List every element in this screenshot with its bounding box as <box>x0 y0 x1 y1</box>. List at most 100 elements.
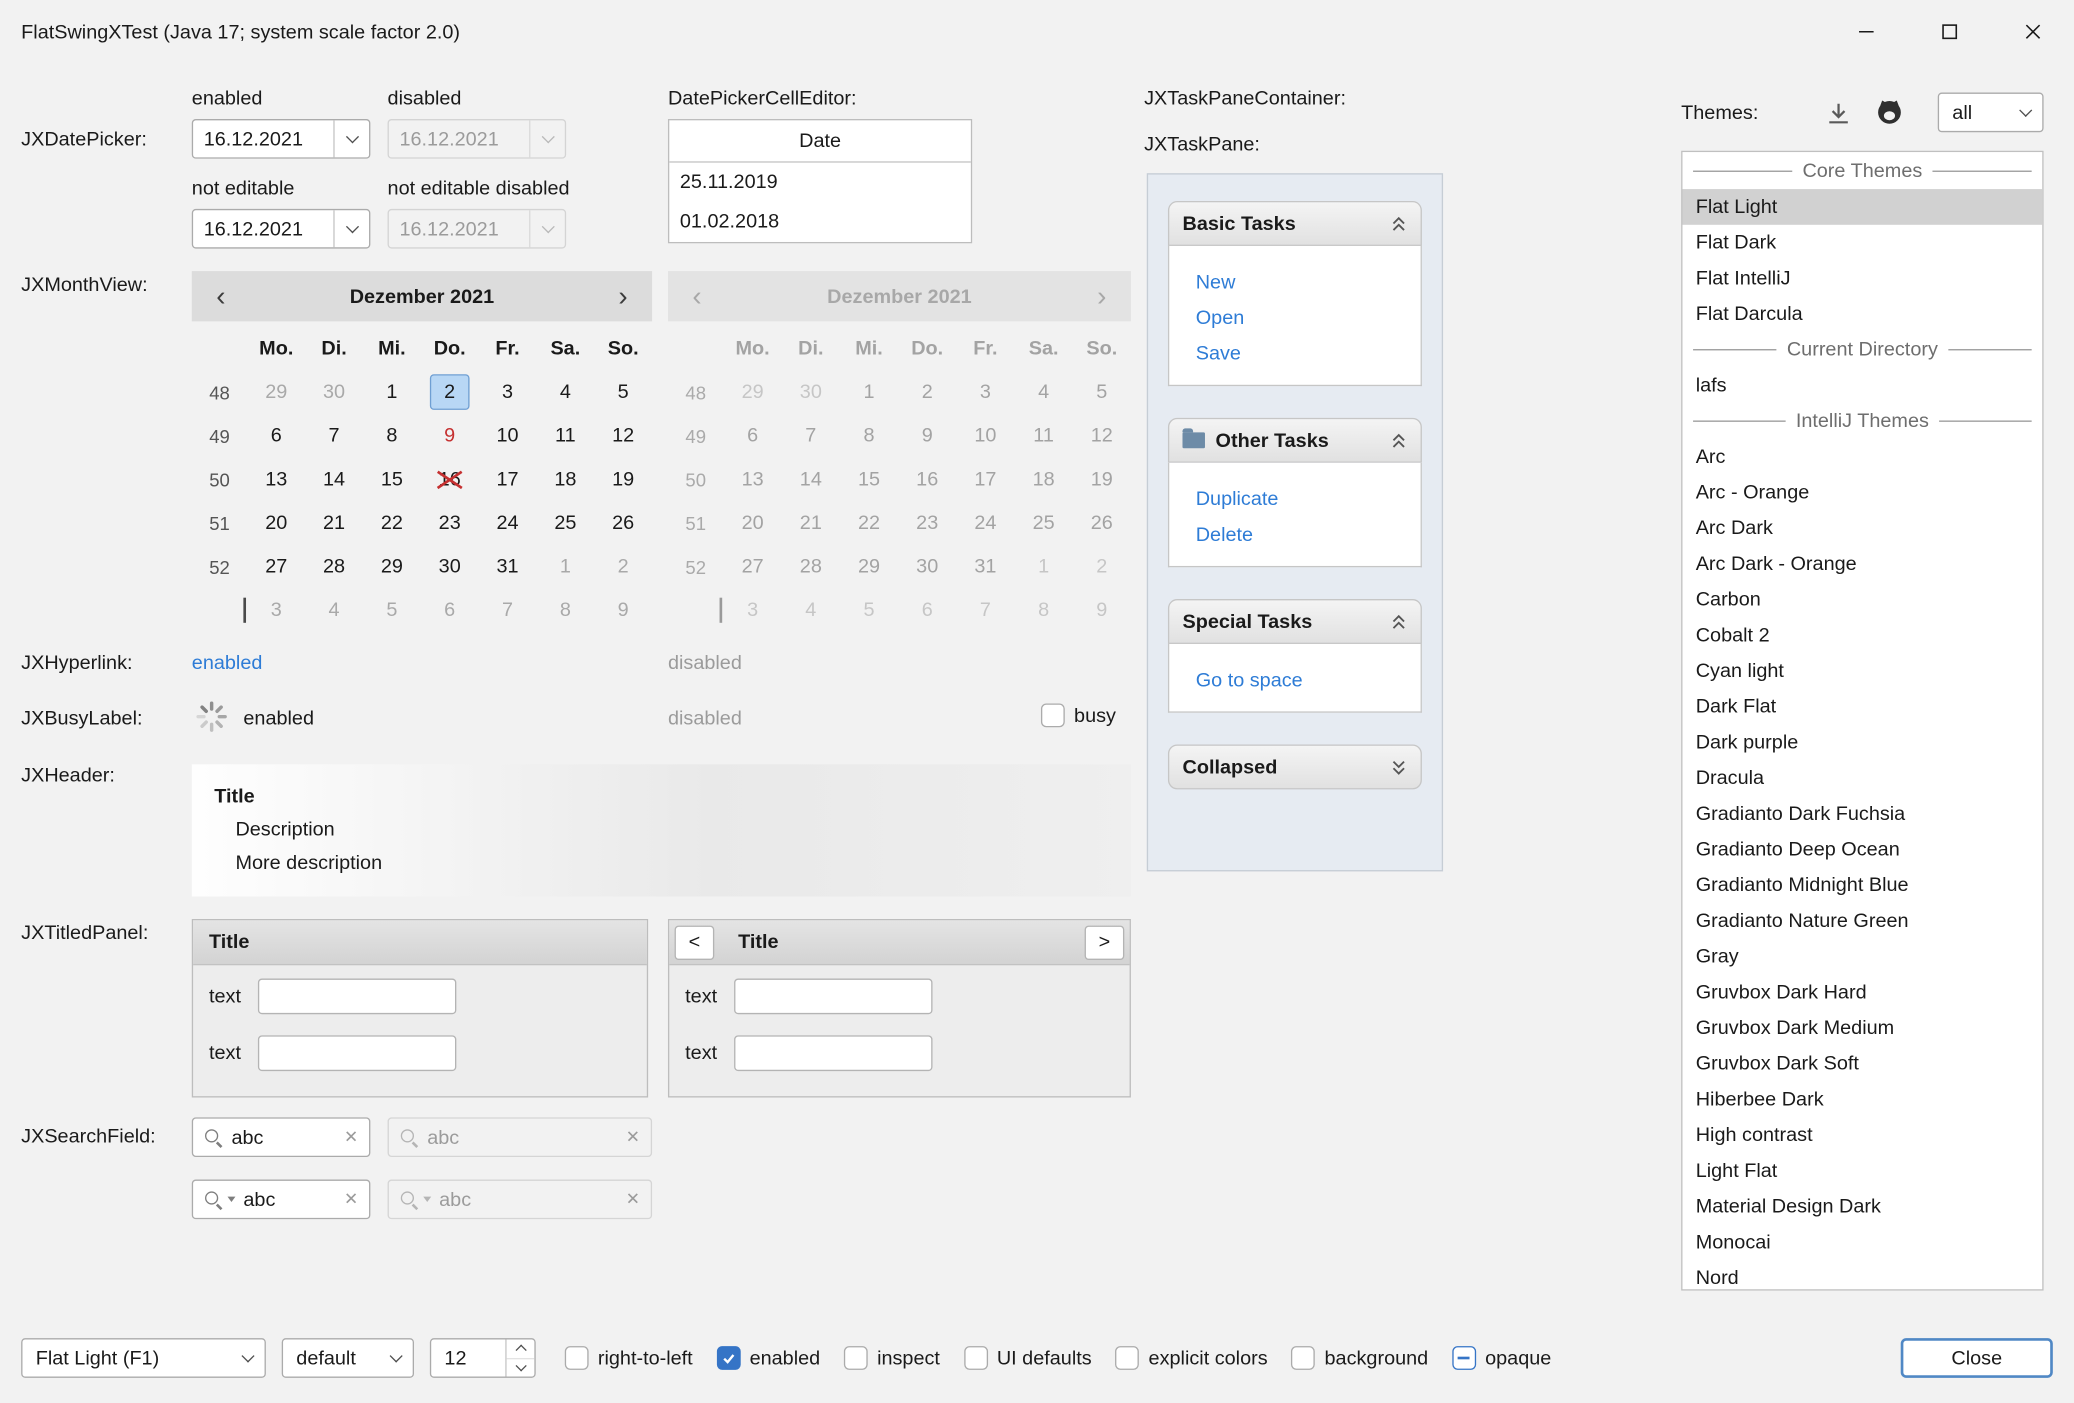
day-cell[interactable]: 7 <box>305 414 363 458</box>
day-cell[interactable]: 15 <box>363 458 421 502</box>
task-link[interactable]: Go to space <box>1196 662 1421 698</box>
next-button[interactable]: > <box>1085 925 1125 959</box>
checkbox-box[interactable] <box>844 1346 868 1370</box>
day-cell[interactable]: 29 <box>247 370 305 414</box>
day-cell[interactable]: 1 <box>363 370 421 414</box>
day-cell[interactable]: 31 <box>479 545 537 589</box>
day-cell[interactable]: 16 <box>421 458 479 502</box>
spinner-down-button[interactable] <box>507 1357 535 1376</box>
theme-item[interactable]: Cyan light <box>1682 653 2042 689</box>
theme-item[interactable]: Gradianto Deep Ocean <box>1682 832 2042 868</box>
datepicker-enabled[interactable]: 16.12.2021 <box>192 119 371 159</box>
download-icon[interactable] <box>1825 100 1851 132</box>
day-cell[interactable]: 23 <box>421 501 479 545</box>
day-cell[interactable]: 24 <box>479 501 537 545</box>
day-cell[interactable]: 3 <box>247 588 305 632</box>
checkbox-opaque[interactable]: opaque <box>1452 1346 1551 1370</box>
theme-item[interactable]: Dracula <box>1682 760 2042 796</box>
checkbox-busy[interactable]: busy <box>1041 703 1116 727</box>
taskpane-header[interactable]: Special Tasks <box>1168 599 1422 644</box>
day-cell[interactable]: 3 <box>479 370 537 414</box>
themes-list[interactable]: Core ThemesFlat LightFlat DarkFlat Intel… <box>1681 151 2043 1291</box>
theme-item[interactable]: Gradianto Midnight Blue <box>1682 867 2042 903</box>
search-field[interactable]: ✕ <box>192 1117 371 1157</box>
checkbox-box[interactable] <box>964 1346 988 1370</box>
day-cell[interactable]: 22 <box>363 501 421 545</box>
github-icon[interactable] <box>1874 97 1904 133</box>
maximize-button[interactable] <box>1907 0 1990 63</box>
datepicker-not-editable[interactable]: 16.12.2021 <box>192 209 371 249</box>
theme-item[interactable]: Gruvbox Dark Medium <box>1682 1010 2042 1046</box>
theme-item[interactable]: Arc - Orange <box>1682 475 2042 511</box>
theme-item[interactable]: lafs <box>1682 368 2042 404</box>
taskpane-header[interactable]: Basic Tasks <box>1168 201 1422 246</box>
prev-month-button[interactable]: ‹ <box>210 282 231 310</box>
font-size-spinner[interactable]: 12 <box>430 1338 536 1378</box>
day-cell[interactable]: 2 <box>430 374 469 410</box>
day-cell[interactable]: 5 <box>363 588 421 632</box>
checkbox-box[interactable] <box>1115 1346 1139 1370</box>
day-cell[interactable]: 6 <box>247 414 305 458</box>
day-cell[interactable]: 21 <box>305 501 363 545</box>
theme-item[interactable]: Dark purple <box>1682 725 2042 761</box>
day-cell[interactable]: 1 <box>536 545 594 589</box>
datepicker-dropdown-button[interactable] <box>333 210 369 247</box>
themes-filter-combobox[interactable]: all <box>1938 93 2044 133</box>
checkbox-box[interactable] <box>1291 1346 1315 1370</box>
day-cell[interactable]: 30 <box>305 370 363 414</box>
theme-item[interactable]: Nord <box>1682 1260 2042 1290</box>
day-cell[interactable]: 8 <box>536 588 594 632</box>
task-link[interactable]: New <box>1196 264 1421 300</box>
day-cell[interactable]: 30 <box>421 545 479 589</box>
table-row[interactable]: 25.11.2019 <box>669 163 971 203</box>
day-cell[interactable]: 12 <box>594 414 652 458</box>
clear-icon[interactable]: ✕ <box>344 1127 358 1148</box>
checkbox-background[interactable]: background <box>1291 1346 1428 1370</box>
spinner-up-button[interactable] <box>507 1339 535 1357</box>
datepicker-dropdown-button[interactable] <box>333 120 369 157</box>
day-cell[interactable]: 6 <box>421 588 479 632</box>
search-field-with-menu[interactable]: ✕ <box>192 1179 371 1219</box>
day-cell[interactable]: 27 <box>247 545 305 589</box>
search-menu-icon[interactable] <box>204 1189 224 1209</box>
theme-item[interactable]: Gradianto Nature Green <box>1682 903 2042 939</box>
theme-item[interactable]: Light Flat <box>1682 1153 2042 1189</box>
day-cell[interactable]: 17 <box>479 458 537 502</box>
task-link[interactable]: Duplicate <box>1196 481 1421 517</box>
day-cell[interactable]: 20 <box>247 501 305 545</box>
minimize-button[interactable] <box>1824 0 1907 63</box>
task-link[interactable]: Save <box>1196 336 1421 372</box>
day-cell[interactable]: 18 <box>536 458 594 502</box>
day-cell[interactable]: 5 <box>594 370 652 414</box>
theme-item[interactable]: Flat Darcula <box>1682 296 2042 332</box>
theme-item[interactable]: Flat Dark <box>1682 225 2042 261</box>
theme-item[interactable]: Material Design Dark <box>1682 1189 2042 1225</box>
datepicker-value[interactable]: 16.12.2021 <box>193 128 333 150</box>
checkbox-explicit-colors[interactable]: explicit colors <box>1115 1346 1267 1370</box>
day-cell[interactable]: 14 <box>305 458 363 502</box>
taskpane-header[interactable]: Collapsed <box>1168 744 1422 789</box>
checkbox-enabled[interactable]: enabled <box>717 1346 821 1370</box>
theme-item[interactable]: Gradianto Dark Fuchsia <box>1682 796 2042 832</box>
day-cell[interactable]: 4 <box>305 588 363 632</box>
checkbox-box[interactable] <box>717 1346 741 1370</box>
table-row[interactable]: 01.02.2018 <box>669 202 971 242</box>
text-input[interactable] <box>258 979 456 1015</box>
task-link[interactable]: Open <box>1196 300 1421 336</box>
day-cell[interactable]: 19 <box>594 458 652 502</box>
hyperlink-enabled[interactable]: enabled <box>192 652 263 674</box>
day-cell[interactable]: 29 <box>363 545 421 589</box>
day-cell[interactable]: 26 <box>594 501 652 545</box>
theme-item[interactable]: Gruvbox Dark Hard <box>1682 975 2042 1011</box>
checkbox-box[interactable] <box>565 1346 589 1370</box>
theme-item[interactable]: Cobalt 2 <box>1682 618 2042 654</box>
theme-item[interactable]: Gruvbox Dark Soft <box>1682 1046 2042 1082</box>
text-input[interactable] <box>258 1035 456 1071</box>
task-link[interactable]: Delete <box>1196 517 1421 553</box>
checkbox-ui-defaults[interactable]: UI defaults <box>964 1346 1092 1370</box>
day-cell[interactable]: 2 <box>594 545 652 589</box>
text-input[interactable] <box>734 979 932 1015</box>
day-cell[interactable]: 10 <box>479 414 537 458</box>
taskpane-header[interactable]: Other Tasks <box>1168 418 1422 463</box>
checkbox-box[interactable] <box>1041 703 1065 727</box>
